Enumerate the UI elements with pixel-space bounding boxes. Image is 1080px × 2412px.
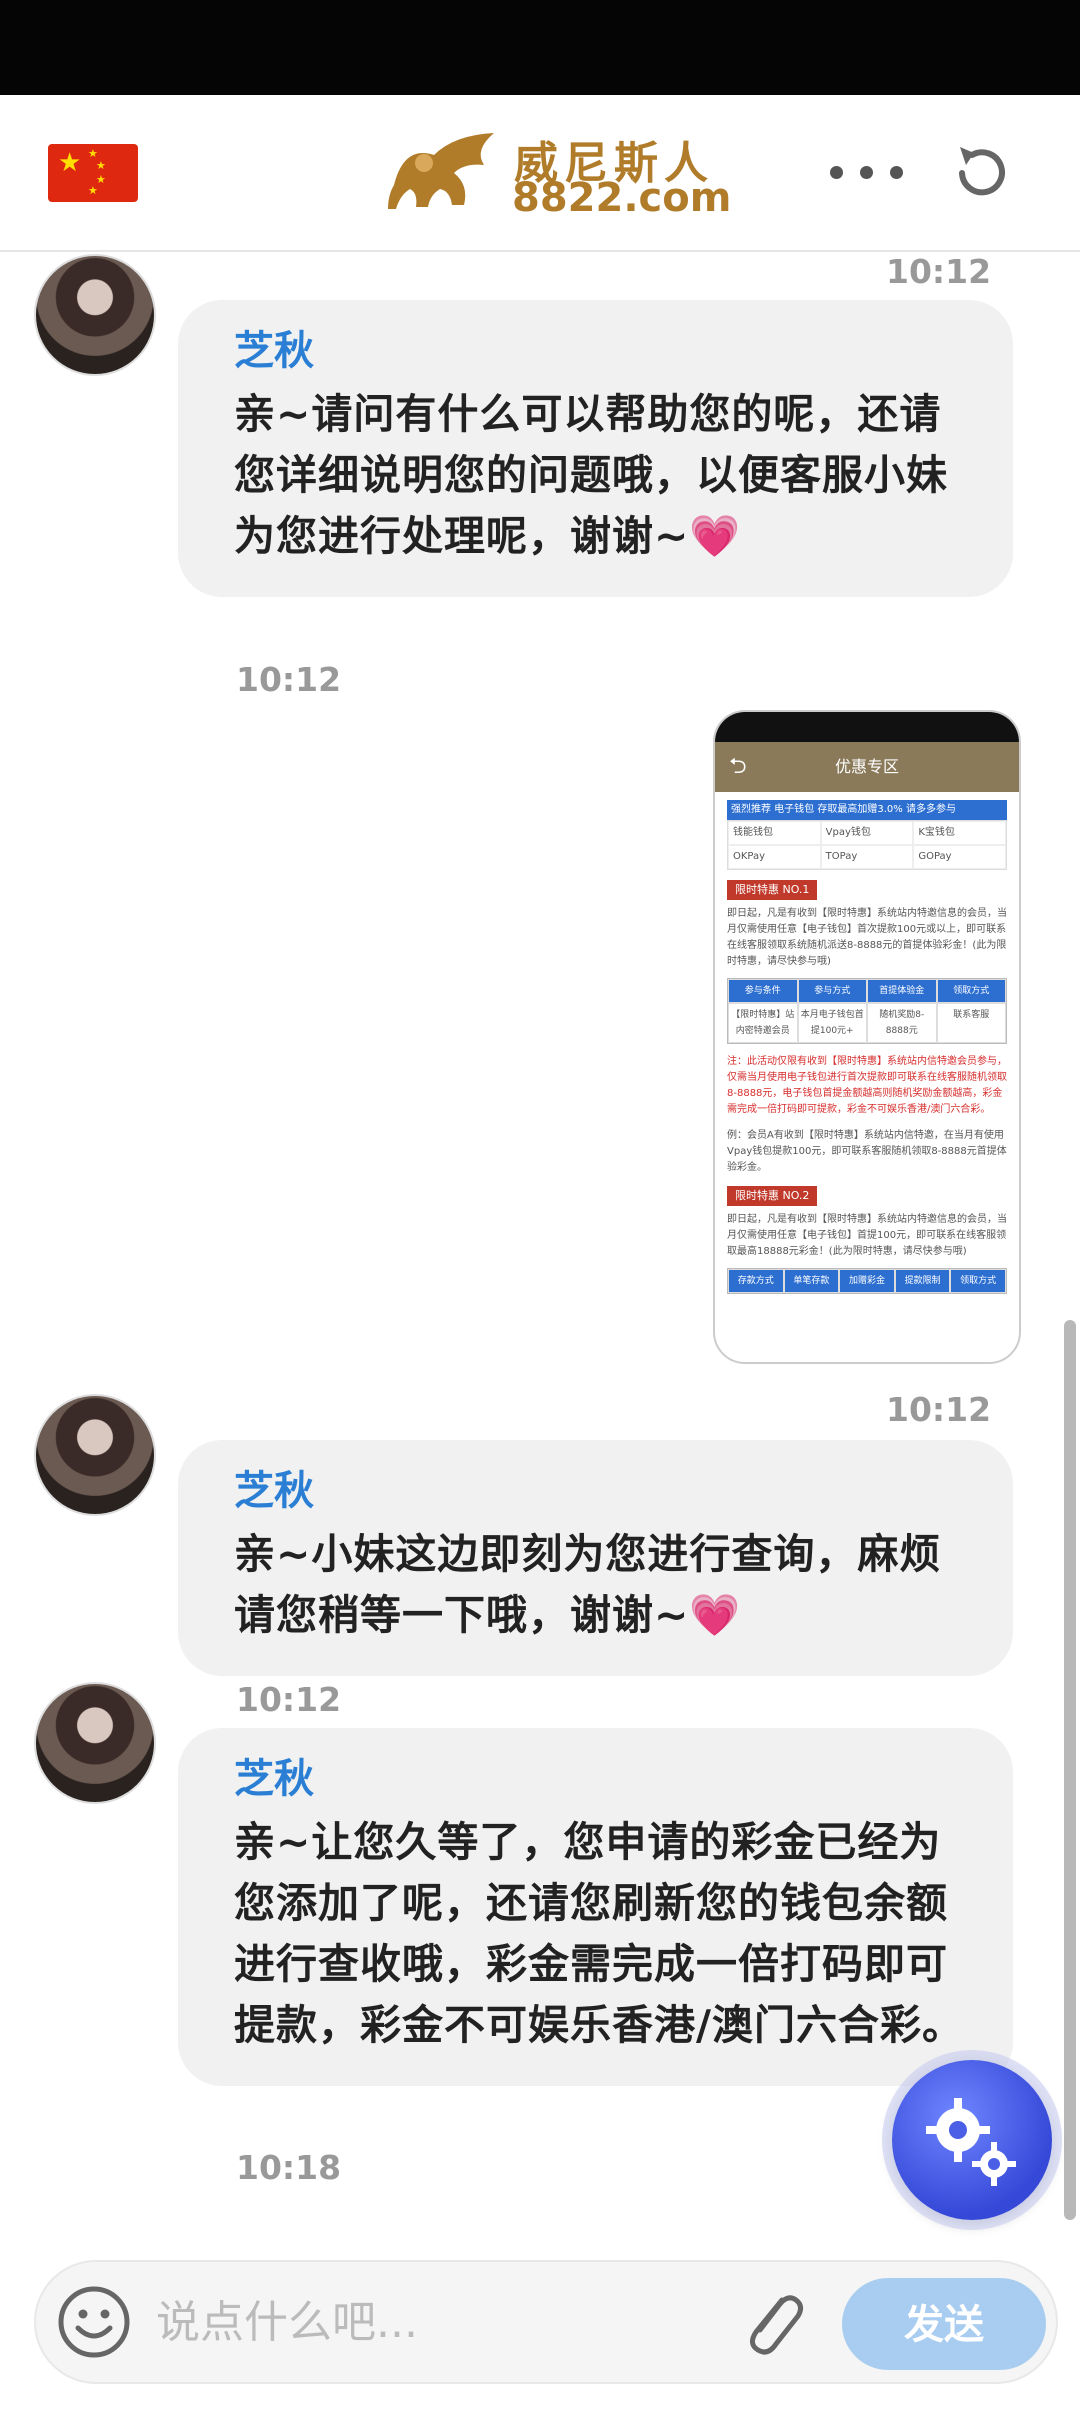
promo-tag: 限时特惠 NO.2 <box>727 1186 818 1206</box>
promo-table: 参与条件 参与方式 首提体验金 领取方式 【限时特惠】站内密特邀会员 本月电子钱… <box>727 978 1007 1044</box>
message-text: 亲~请问有什么可以帮助您的呢，还请您详细说明您的问题哦，以便客服小妹为您进行处理… <box>234 390 948 560</box>
logo-url: 8822.com <box>512 175 732 221</box>
sender-name: 芝秋 <box>234 328 314 374</box>
message-time: 10:18 <box>236 2148 342 2187</box>
message-time: 10:12 <box>236 660 342 699</box>
back-arrow-icon: ⮌ <box>729 754 747 779</box>
refresh-icon[interactable] <box>948 139 1016 207</box>
emoji-icon[interactable] <box>56 2284 132 2360</box>
more-options-icon[interactable] <box>830 158 904 188</box>
status-bar <box>0 0 1080 95</box>
heart-icon: 💗 <box>689 1591 742 1639</box>
agent-avatar[interactable] <box>34 1394 156 1516</box>
promo-table: 存款方式 单笔存款 加赠彩金 提款限制 领取方式 <box>727 1268 1007 1294</box>
input-bar: 发送 <box>0 2250 1080 2412</box>
promo-example: 例：会员A有收到【限时特惠】系统站内信特邀，在当月有使用Vpay钱包提款100元… <box>727 1130 1007 1173</box>
send-button[interactable]: 发送 <box>842 2278 1046 2370</box>
gears-icon <box>926 2098 1016 2186</box>
agent-avatar[interactable] <box>34 1682 156 1804</box>
message-bubble: 芝秋 亲~请问有什么可以帮助您的呢，还请您详细说明您的问题哦，以便客服小妹为您进… <box>178 300 1013 597</box>
sender-name: 芝秋 <box>234 1756 314 1802</box>
message-text: 亲~小妹这边即刻为您进行查询，麻烦请您稍等一下哦，谢谢~💗 <box>234 1530 942 1639</box>
chat-area[interactable]: 10:12 芝秋 亲~请问有什么可以帮助您的呢，还请您详细说明您的问题哦，以便客… <box>0 252 1080 2252</box>
message-bubble: 芝秋 亲~让您久等了，您申请的彩金已经为您添加了呢，还请您刷新您的钱包余额进行查… <box>178 1728 1013 2086</box>
input-box: 发送 <box>34 2260 1058 2384</box>
message-time: 10:12 <box>236 1680 342 1719</box>
image-message[interactable]: ⮌ 优惠专区 强烈推荐 电子钱包 存取最高加赠3.0% 请多多参与 钱能钱包 V… <box>713 710 1021 1364</box>
agent-avatar[interactable] <box>34 254 156 376</box>
promo-text: 即日起，凡是有收到【限时特惠】系统站内特邀信息的会员，当月仅需使用任意【电子钱包… <box>727 908 1007 967</box>
promo-note: 注：此活动仅限有收到【限时特惠】系统站内信特邀会员参与，仅需当月使用电子钱包进行… <box>727 1056 1007 1115</box>
wallet-grid: 钱能钱包 Vpay钱包 K宝钱包 OKPay TOPay GOPay <box>727 820 1007 870</box>
promo-text: 即日起，凡是有收到【限时特惠】系统站内特邀信息的会员，当月仅需使用任意【电子钱包… <box>727 1214 1007 1257</box>
image-nav-bar: ⮌ 优惠专区 <box>715 742 1019 792</box>
winged-lion-icon <box>388 133 494 209</box>
message-bubble: 芝秋 亲~小妹这边即刻为您进行查询，麻烦请您稍等一下哦，谢谢~💗 <box>178 1440 1013 1676</box>
message-text: 亲~让您久等了，您申请的彩金已经为您添加了呢，还请您刷新您的钱包余额进行查收哦，… <box>234 1818 964 2049</box>
message-time: 10:12 <box>886 252 992 291</box>
message-time: 10:12 <box>886 1390 992 1429</box>
message-input[interactable] <box>156 2292 716 2352</box>
logo: 威尼斯人 8822.com <box>384 125 731 223</box>
settings-fab[interactable] <box>892 2060 1052 2220</box>
header: ★ ★ ★ ★ ★ 威尼斯人 8822.com <box>0 95 1080 252</box>
attachment-icon[interactable] <box>736 2284 806 2364</box>
image-banner: 强烈推荐 电子钱包 存取最高加赠3.0% 请多多参与 <box>727 800 1007 820</box>
china-flag-icon[interactable]: ★ ★ ★ ★ ★ <box>48 144 138 202</box>
heart-icon: 💗 <box>689 512 742 560</box>
scrollbar[interactable] <box>1064 1320 1076 2220</box>
promo-tag: 限时特惠 NO.1 <box>727 880 818 900</box>
sender-name: 芝秋 <box>234 1468 314 1514</box>
